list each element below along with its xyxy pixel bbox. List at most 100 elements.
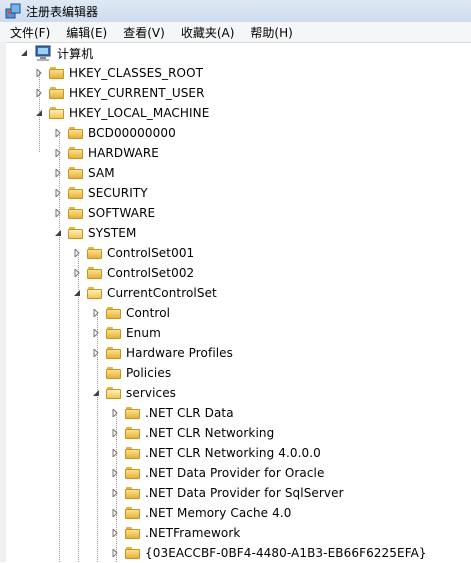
tree-label: .NET Data Provider for SqlServer (145, 486, 344, 500)
tree-label: Control (126, 306, 171, 320)
no-expander (91, 368, 101, 378)
tree-node[interactable]: CurrentControlSet (72, 283, 217, 303)
folder-icon (87, 266, 103, 280)
collapsed-arrow-icon[interactable] (91, 328, 101, 338)
tree-node[interactable]: HKEY_CLASSES_ROOT (34, 63, 203, 83)
tree-node[interactable]: SYSTEM (53, 223, 136, 243)
open-folder-icon (49, 106, 65, 120)
window-title: 注册表编辑器 (26, 4, 99, 19)
tree-label: .NETFramework (145, 526, 241, 540)
registry-tree[interactable]: 计算机 HKEY_CLASSES_ROOT HKEY_CURRENT_USER … (0, 42, 471, 562)
tree-node[interactable]: Enum (91, 323, 161, 343)
folder-icon (125, 446, 141, 460)
folder-icon (125, 506, 141, 520)
tree-label: .NET Data Provider for Oracle (145, 466, 325, 480)
tree-label: .NET Memory Cache 4.0 (145, 506, 292, 520)
collapsed-arrow-icon[interactable] (110, 408, 120, 418)
open-folder-icon (106, 386, 122, 400)
collapsed-arrow-icon[interactable] (110, 468, 120, 478)
tree-label: HKEY_CLASSES_ROOT (69, 66, 204, 80)
tree-node[interactable]: {03EACCBF-0BF4-4480-A1B3-EB66F6225EFA} (110, 543, 427, 563)
tree-node[interactable]: SOFTWARE (53, 203, 155, 223)
collapsed-arrow-icon[interactable] (110, 508, 120, 518)
collapsed-arrow-icon[interactable] (34, 68, 44, 78)
collapsed-arrow-icon[interactable] (53, 128, 63, 138)
tree-node[interactable]: .NETFramework (110, 523, 240, 543)
tree-node[interactable]: SAM (53, 163, 115, 183)
tree-label: Hardware Profiles (126, 346, 234, 360)
folder-icon (125, 426, 141, 440)
tree-node[interactable]: Policies (91, 363, 171, 383)
folder-icon (106, 346, 122, 360)
collapsed-arrow-icon[interactable] (34, 88, 44, 98)
folder-icon (125, 526, 141, 540)
computer-icon (35, 45, 51, 61)
tree-node[interactable]: BCD00000000 (53, 123, 176, 143)
collapsed-arrow-icon[interactable] (110, 528, 120, 538)
tree-label: 计算机 (57, 46, 94, 61)
collapsed-arrow-icon[interactable] (110, 428, 120, 438)
tree-label: SOFTWARE (88, 206, 156, 220)
folder-icon (125, 546, 141, 560)
tree-label: .NET CLR Networking 4.0.0.0 (145, 446, 321, 460)
tree-label: HKEY_CURRENT_USER (69, 86, 205, 100)
expanded-arrow-icon[interactable] (53, 228, 63, 238)
tree-node[interactable]: ControlSet001 (72, 243, 194, 263)
tree-node[interactable]: .NET CLR Data (110, 403, 234, 423)
open-folder-icon (68, 226, 84, 240)
collapsed-arrow-icon[interactable] (110, 448, 120, 458)
expanded-arrow-icon[interactable] (19, 48, 29, 58)
menu-favorites[interactable]: 收藏夹(A) (173, 24, 243, 41)
collapsed-arrow-icon[interactable] (110, 548, 120, 558)
expanded-arrow-icon[interactable] (72, 288, 82, 298)
expanded-arrow-icon[interactable] (91, 388, 101, 398)
tree-label: Policies (126, 366, 172, 380)
collapsed-arrow-icon[interactable] (53, 208, 63, 218)
collapsed-arrow-icon[interactable] (53, 168, 63, 178)
tree-node[interactable]: SECURITY (53, 183, 148, 203)
folder-icon (68, 206, 84, 220)
tree-node[interactable]: ControlSet002 (72, 263, 194, 283)
collapsed-arrow-icon[interactable] (72, 248, 82, 258)
tree-node[interactable]: .NET Data Provider for SqlServer (110, 483, 344, 503)
folder-icon (87, 246, 103, 260)
tree-node[interactable]: Hardware Profiles (91, 343, 233, 363)
tree-node[interactable]: .NET Memory Cache 4.0 (110, 503, 291, 523)
folder-icon (68, 146, 84, 160)
tree-label: ControlSet001 (107, 246, 195, 260)
collapsed-arrow-icon[interactable] (110, 488, 120, 498)
open-folder-icon (87, 286, 103, 300)
tree-node[interactable]: services (91, 383, 176, 403)
folder-icon (49, 66, 65, 80)
collapsed-arrow-icon[interactable] (53, 188, 63, 198)
collapsed-arrow-icon[interactable] (72, 268, 82, 278)
folder-icon (125, 406, 141, 420)
tree-node[interactable]: HKEY_CURRENT_USER (34, 83, 205, 103)
tree-label: HARDWARE (88, 146, 159, 160)
menu-file[interactable]: 文件(F) (0, 24, 58, 41)
tree-root-computer[interactable]: 计算机 (19, 43, 93, 63)
menu-view[interactable]: 查看(V) (115, 24, 173, 41)
menu-help[interactable]: 帮助(H) (242, 24, 300, 41)
menu-bar: 文件(F) 编辑(E) 查看(V) 收藏夹(A) 帮助(H) (0, 22, 471, 43)
expanded-arrow-icon[interactable] (34, 108, 44, 118)
folder-icon (49, 86, 65, 100)
tree-node[interactable]: HKEY_LOCAL_MACHINE (34, 103, 209, 123)
tree-node[interactable]: Control (91, 303, 170, 323)
tree-node[interactable]: .NET CLR Networking (110, 423, 274, 443)
folder-icon (106, 366, 122, 380)
tree-label: SECURITY (88, 186, 148, 200)
tree-label: {03EACCBF-0BF4-4480-A1B3-EB66F6225EFA} (145, 546, 427, 560)
folder-icon (125, 486, 141, 500)
tree-node[interactable]: HARDWARE (53, 143, 159, 163)
collapsed-arrow-icon[interactable] (53, 148, 63, 158)
collapsed-arrow-icon[interactable] (91, 348, 101, 358)
tree-label: ControlSet002 (107, 266, 195, 280)
tree-node[interactable]: .NET CLR Networking 4.0.0.0 (110, 443, 321, 463)
folder-icon (106, 306, 122, 320)
tree-label: SAM (88, 166, 115, 180)
folder-icon (68, 126, 84, 140)
tree-node[interactable]: .NET Data Provider for Oracle (110, 463, 324, 483)
menu-edit[interactable]: 编辑(E) (58, 24, 115, 41)
collapsed-arrow-icon[interactable] (91, 308, 101, 318)
